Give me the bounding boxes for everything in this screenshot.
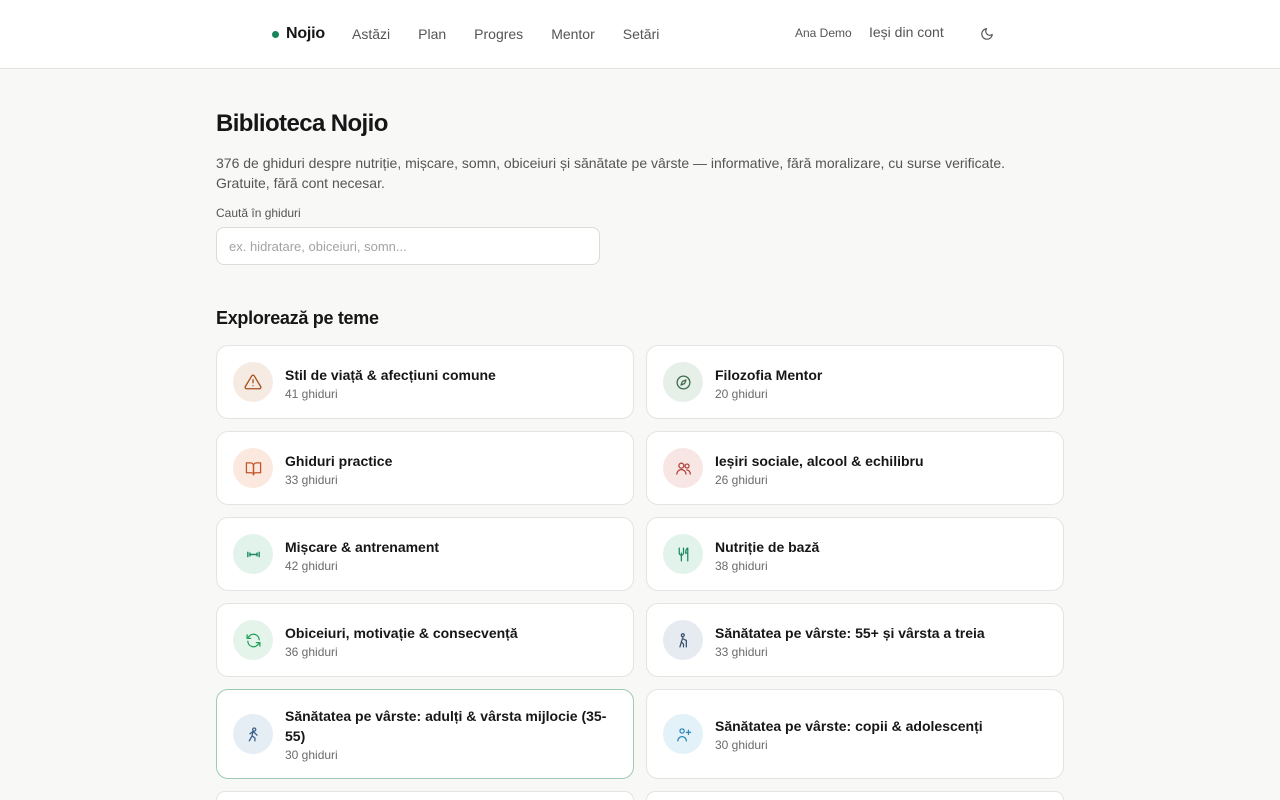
topic-title: Ghiduri practice [285, 453, 393, 469]
topic-title: Mișcare & antrenament [285, 539, 440, 555]
adult-person-icon [233, 714, 273, 754]
topic-title: Sănătatea pe vârste: adulți & vârsta mij… [285, 708, 607, 744]
topic-card-age-55-plus[interactable]: Sănătatea pe vârste: 55+ și vârsta a tre… [646, 603, 1064, 677]
child-person-icon [663, 714, 703, 754]
topic-count: 26 ghiduri [715, 473, 768, 487]
topic-title: Sănătatea pe vârste: copii & adolescenți [715, 718, 983, 734]
topic-card-movement-training[interactable]: Mișcare & antrenament 42 ghiduri [216, 517, 634, 591]
topic-count: 30 ghiduri [715, 738, 768, 752]
topic-title: Stil de viață & afecțiuni comune [285, 367, 496, 383]
topic-count: 33 ghiduri [715, 645, 768, 659]
topic-card-practical-guides[interactable]: Ghiduri practice 33 ghiduri [216, 431, 634, 505]
topic-count: 20 ghiduri [715, 387, 768, 401]
nav-link-plan[interactable]: Plan [418, 26, 446, 42]
page-intro: 376 de ghiduri despre nutriție, mișcare,… [216, 155, 1006, 191]
topic-count: 41 ghiduri [285, 387, 338, 401]
topic-card-age-children[interactable]: Sănătatea pe vârste: copii & adolescenți… [646, 689, 1064, 779]
section-title-topics: Explorează pe teme [216, 308, 379, 328]
topic-count: 30 ghiduri [285, 748, 338, 762]
logout-link[interactable]: Ieși din cont [869, 24, 944, 40]
nav-link-mentor[interactable]: Mentor [551, 26, 595, 42]
topic-card-social-alcohol[interactable]: Ieșiri sociale, alcool & echilibru 26 gh… [646, 431, 1064, 505]
topic-title: Ieșiri sociale, alcool & echilibru [715, 453, 924, 469]
utensils-icon [663, 534, 703, 574]
open-book-icon [233, 448, 273, 488]
brand-name: Nojio [286, 25, 325, 42]
nav-link-progres[interactable]: Progres [474, 26, 523, 42]
brand-logo-link[interactable]: Nojio [272, 22, 325, 46]
brand-dot-icon [272, 30, 279, 38]
people-icon [663, 448, 703, 488]
refresh-icon [233, 620, 273, 660]
page-title: Biblioteca Nojio [216, 110, 388, 137]
topic-card-basic-nutrition[interactable]: Nutriție de bază 38 ghiduri [646, 517, 1064, 591]
main-nav: Astăzi Plan Progres Mentor Setări [352, 22, 687, 46]
topic-title: Filozofia Mentor [715, 367, 823, 383]
moon-icon [980, 27, 994, 41]
topic-card-partial[interactable] [216, 791, 634, 800]
dumbbell-icon [233, 534, 273, 574]
elder-person-icon [663, 620, 703, 660]
topic-card-partial[interactable] [646, 791, 1064, 800]
topic-title: Nutriție de bază [715, 539, 820, 555]
topic-count: 33 ghiduri [285, 473, 338, 487]
nav-link-astazi[interactable]: Astăzi [352, 26, 390, 42]
top-navigation-bar: Nojio Astăzi Plan Progres Mentor Setări … [0, 0, 1280, 69]
topic-count: 42 ghiduri [285, 559, 338, 573]
topic-count: 36 ghiduri [285, 645, 338, 659]
topic-card-age-adults[interactable]: Sănătatea pe vârste: adulți & vârsta mij… [216, 689, 634, 779]
search-label: Caută în ghiduri [216, 206, 301, 220]
compass-icon [663, 362, 703, 402]
user-name: Ana Demo [795, 26, 852, 40]
warning-triangle-icon [233, 362, 273, 402]
topic-title: Obiceiuri, motivație & consecvență [285, 625, 518, 641]
topic-card-mentor-philosophy[interactable]: Filozofia Mentor 20 ghiduri [646, 345, 1064, 419]
theme-toggle-button[interactable] [976, 23, 998, 45]
topic-card-habits-motivation[interactable]: Obiceiuri, motivație & consecvență 36 gh… [216, 603, 634, 677]
search-input[interactable] [216, 227, 600, 265]
topic-title: Sănătatea pe vârste: 55+ și vârsta a tre… [715, 625, 985, 641]
nav-link-setari[interactable]: Setări [623, 26, 660, 42]
topic-count: 38 ghiduri [715, 559, 768, 573]
topic-card-lifestyle[interactable]: Stil de viață & afecțiuni comune 41 ghid… [216, 345, 634, 419]
